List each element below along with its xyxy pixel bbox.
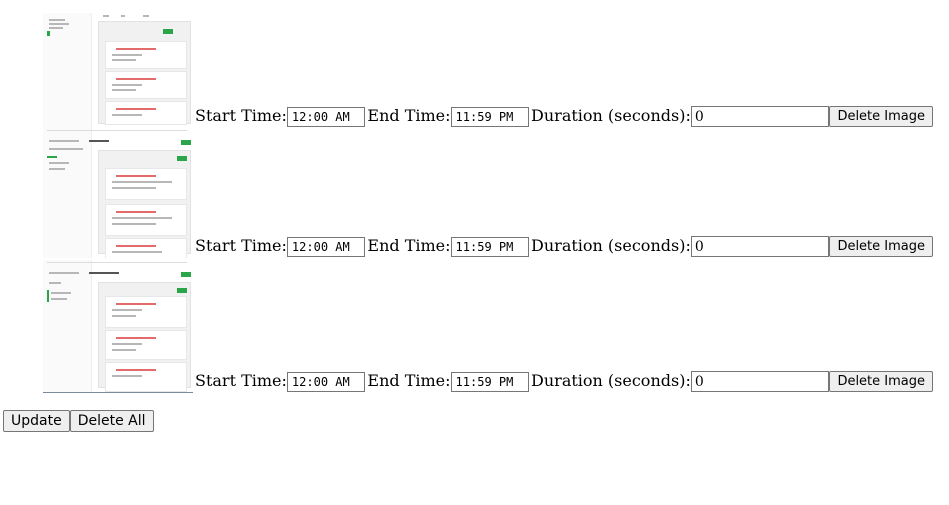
duration-input[interactable]: 0: [690, 371, 830, 392]
end-time-input[interactable]: 11:59 PM: [450, 372, 530, 392]
duration-input[interactable]: 0: [690, 236, 830, 257]
delete-all-button[interactable]: Delete All: [69, 410, 154, 432]
delete-image-button[interactable]: Delete Image: [829, 106, 933, 127]
start-time-input[interactable]: 12:00 AM: [286, 107, 366, 127]
start-time-label: Start Time:: [195, 106, 287, 125]
image-row-1: Start Time: 12:00 AM End Time: 11:59 PM …: [43, 13, 933, 128]
end-time-input[interactable]: 11:59 PM: [450, 107, 530, 127]
bottom-actions: Update Delete All: [3, 410, 154, 433]
end-time-label: End Time:: [367, 106, 451, 125]
screenshot-thumbnail: [43, 13, 193, 128]
screenshot-thumbnail: [43, 128, 193, 258]
duration-label: Duration (seconds):: [531, 106, 691, 125]
end-time-label: End Time:: [367, 236, 451, 255]
start-time-input[interactable]: 12:00 AM: [286, 372, 366, 392]
end-time-label: End Time:: [367, 371, 451, 390]
end-time-input[interactable]: 11:59 PM: [450, 237, 530, 257]
start-time-label: Start Time:: [195, 236, 287, 255]
duration-input[interactable]: 0: [690, 106, 830, 127]
delete-image-button[interactable]: Delete Image: [829, 236, 933, 257]
image-row-3: Start Time: 12:00 AM End Time: 11:59 PM …: [43, 260, 933, 393]
image-row-2: Start Time: 12:00 AM End Time: 11:59 PM …: [43, 128, 933, 258]
start-time-input[interactable]: 12:00 AM: [286, 237, 366, 257]
update-button[interactable]: Update: [3, 410, 70, 432]
start-time-label: Start Time:: [195, 371, 287, 390]
delete-image-button[interactable]: Delete Image: [829, 371, 933, 392]
duration-label: Duration (seconds):: [531, 371, 691, 390]
duration-label: Duration (seconds):: [531, 236, 691, 255]
screenshot-thumbnail: [43, 260, 193, 393]
